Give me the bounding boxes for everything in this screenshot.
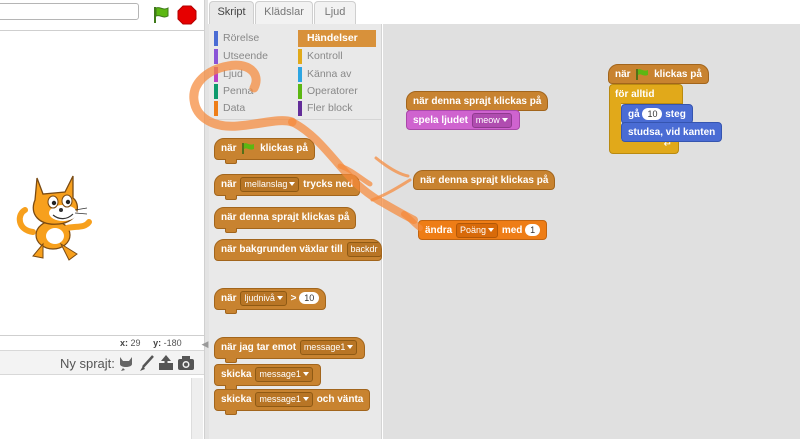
sensor-value-input[interactable]: 10 <box>299 292 320 305</box>
green-flag-icon <box>242 143 255 155</box>
sprite-list[interactable] <box>0 376 204 439</box>
block-palette: Rörelse Utseende Ljud Penna Data Händels… <box>209 24 382 439</box>
new-sprite-label: Ny sprajt: <box>60 356 115 371</box>
sensor-dropdown[interactable]: ljudnivå <box>240 290 287 306</box>
sprite-library-icon[interactable] <box>117 354 135 372</box>
script-when-flag-clicked[interactable]: när klickas på <box>608 64 709 84</box>
tab-kladslar[interactable]: Klädslar <box>255 1 313 24</box>
block-when-backdrop-switches[interactable]: när bakgrunden växlar till backdr <box>214 239 382 261</box>
stop-icon[interactable] <box>177 5 197 25</box>
camera-icon[interactable] <box>177 354 195 372</box>
block-broadcast-and-wait[interactable]: skicka message1 och vänta <box>214 389 371 415</box>
block-change-variable[interactable]: ändra Poäng med 1 <box>418 220 548 240</box>
tab-ljud[interactable]: Ljud <box>314 1 356 24</box>
stage[interactable] <box>0 30 204 336</box>
broadcast-wait-message-dropdown[interactable]: message1 <box>255 391 313 407</box>
sprite-list-scrollbar[interactable] <box>191 378 203 439</box>
green-flag-icon[interactable] <box>151 5 171 25</box>
backdrop-dropdown[interactable]: backdr <box>346 241 381 257</box>
project-title-input[interactable] <box>0 3 139 20</box>
category-utseende[interactable]: Utseende <box>214 48 294 65</box>
stage-top-bar <box>0 0 204 30</box>
tab-skript[interactable]: Skript <box>209 1 254 25</box>
variable-dropdown[interactable]: Poäng <box>456 222 499 238</box>
block-categories: Rörelse Utseende Ljud Penna Data Händels… <box>209 24 382 120</box>
block-when-i-receive[interactable]: när jag tar emot message1 <box>214 337 366 363</box>
sound-dropdown[interactable]: meow <box>471 112 512 128</box>
key-dropdown[interactable]: mellanslag <box>240 176 300 192</box>
upload-icon[interactable] <box>157 354 175 372</box>
scratch-editor: x: 29 y: -180 Ny sprajt: ◀ Skript Klädsl… <box>0 0 800 439</box>
coord-x-label: x: <box>120 338 129 348</box>
category-kontroll[interactable]: Kontroll <box>298 48 376 65</box>
coord-x-value: 29 <box>130 338 141 348</box>
green-flag-icon <box>636 69 649 81</box>
category-operatorer[interactable]: Operatorer <box>298 83 376 100</box>
forever-label: för alltid <box>609 84 683 104</box>
block-bounce-on-edge[interactable]: studsa, vid kanten <box>621 122 723 142</box>
block-play-sound[interactable]: spela ljudet meow <box>406 110 520 130</box>
coord-y-label: y: <box>153 338 162 348</box>
category-handelser[interactable]: Händelser <box>298 30 376 47</box>
sprite-panel-header: Ny sprajt: <box>0 350 204 375</box>
block-when-flag-clicked[interactable]: när klickas på <box>214 138 315 164</box>
forever-loop-arrow-icon: ↵ <box>609 140 679 154</box>
block-move-steps[interactable]: gå 10 steg <box>621 104 693 124</box>
category-fler-block[interactable]: Fler block <box>298 100 376 117</box>
category-rorelse[interactable]: Rörelse <box>214 30 294 47</box>
script-when-sprite-clicked-2[interactable]: när denna sprajt klickas på <box>413 170 556 190</box>
coord-y-value: -180 <box>163 338 182 348</box>
block-broadcast[interactable]: skicka message1 <box>214 364 321 390</box>
mouse-coordinates: x: 29 y: -180 <box>120 338 210 348</box>
category-kanna-av[interactable]: Känna av <box>298 66 376 83</box>
block-when-sprite-clicked[interactable]: när denna sprajt klickas på <box>214 207 357 233</box>
move-steps-input[interactable]: 10 <box>642 108 663 121</box>
category-data[interactable]: Data <box>214 100 294 117</box>
block-when-sensor-greater[interactable]: när ljudnivå > 10 <box>214 288 327 314</box>
block-when-key-pressed[interactable]: när mellanslag trycks ned <box>214 174 361 200</box>
category-ljud[interactable]: Ljud <box>214 66 294 83</box>
paint-brush-icon[interactable] <box>138 354 156 372</box>
editor-tabs: Skript Klädslar Ljud <box>208 0 800 25</box>
broadcast-message-dropdown[interactable]: message1 <box>255 366 313 382</box>
category-penna[interactable]: Penna <box>214 83 294 100</box>
receive-message-dropdown[interactable]: message1 <box>299 339 358 355</box>
script-when-sprite-clicked[interactable]: när denna sprajt klickas på <box>406 91 549 111</box>
cat-sprite[interactable] <box>15 170 100 262</box>
change-value-input[interactable]: 1 <box>525 224 541 237</box>
